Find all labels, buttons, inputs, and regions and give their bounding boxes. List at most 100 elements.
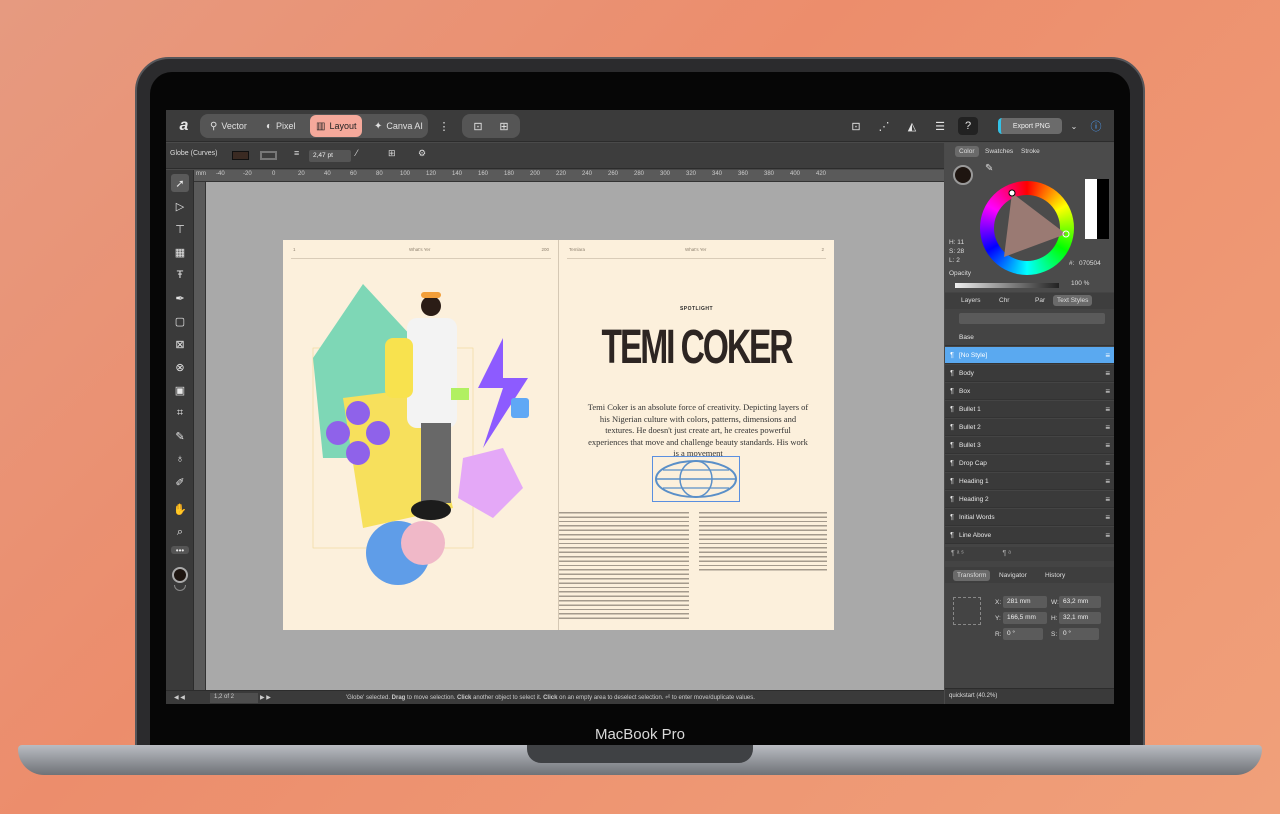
stroke-width-field[interactable]: 2,47 pt — [309, 150, 351, 162]
rectangle-tool-icon[interactable]: ▢ — [171, 312, 189, 330]
picture-frame-icon[interactable]: ⊠ — [171, 335, 189, 353]
h-field[interactable]: 32,1 mm — [1059, 612, 1101, 624]
frame-text-icon[interactable]: ⊤ — [171, 220, 189, 238]
node-tool-icon[interactable]: ▷ — [171, 197, 189, 215]
fill-tool-icon[interactable]: ♁ — [171, 450, 189, 468]
style-base[interactable]: Base — [945, 329, 1114, 346]
move-tool-icon[interactable]: ➚ — [171, 174, 189, 192]
artistic-text-icon[interactable]: Ŧ — [171, 266, 189, 284]
doc-status: quickstart (40.2%) — [945, 688, 1114, 704]
chevron-down-icon[interactable]: ⌄ — [1064, 117, 1084, 135]
opacity-value[interactable]: 100 % — [1071, 280, 1089, 287]
pen-line-icon[interactable]: ⁄ — [356, 148, 358, 158]
document-canvas[interactable]: 1 What's Yer 200 Temlara What's Yer 2 SP… — [206, 182, 944, 690]
y-field[interactable]: 166,5 mm — [1003, 612, 1047, 624]
hand-assist-icon[interactable]: ? — [958, 117, 978, 135]
page-field[interactable]: 1,2 of 2 — [210, 693, 258, 703]
eyedropper-icon[interactable]: ✎ — [985, 163, 993, 174]
primary-color-well[interactable] — [953, 165, 973, 185]
wrap-icon[interactable]: ⊞ — [388, 148, 396, 159]
kicker: SPOTLIGHT — [679, 306, 714, 312]
header-rule — [291, 258, 551, 259]
x-field[interactable]: 281 mm — [1003, 596, 1047, 608]
stroke-color-well[interactable] — [174, 585, 186, 591]
recent-swatches[interactable] — [1085, 179, 1109, 239]
persona-vector[interactable]: ⚲ Vector — [204, 115, 253, 137]
temi-coker-collage[interactable] — [303, 278, 543, 608]
next-page-icon[interactable]: ▶ ▶ — [260, 694, 271, 701]
snapping-icon[interactable]: ⋰ — [874, 117, 894, 135]
sparkle-icon: ✦ — [374, 120, 383, 132]
style-item[interactable]: ¶ Initial Words ≡ — [945, 509, 1114, 526]
flip-icon[interactable]: ◭ — [902, 117, 922, 135]
more-tools-icon[interactable]: ••• — [171, 546, 189, 555]
body-column-2[interactable] — [699, 511, 827, 571]
style-search-input[interactable] — [959, 313, 1105, 324]
hand-tool-icon[interactable]: ✋ — [171, 500, 189, 518]
hex-field[interactable]: 070504 — [1079, 260, 1101, 267]
styles-footer: ¶ ᵃ ˢ ¶ ᵃ — [945, 547, 1114, 561]
shear-field[interactable]: 0 ° — [1059, 628, 1099, 640]
globe-selection[interactable] — [652, 456, 740, 502]
body-column-1[interactable] — [559, 511, 689, 621]
export-png-button[interactable]: Export PNG — [998, 118, 1062, 134]
style-item[interactable]: ¶ Bullet 2 ≡ — [945, 419, 1114, 436]
style-item[interactable]: ¶ Box ≡ — [945, 383, 1114, 400]
color-picker-icon[interactable]: ✐ — [171, 473, 189, 491]
vector-icon: ⚲ — [210, 120, 218, 132]
grid-icon[interactable]: ⊞ — [494, 117, 514, 135]
status-hint: 'Globe' selected. Drag to move selection… — [346, 695, 755, 701]
pen-tool-icon[interactable]: ✒ — [171, 289, 189, 307]
status-bar: ◀ ◀ 1,2 of 2 ▶ ▶ 'Globe' selected. Drag … — [166, 690, 944, 704]
header-rule — [567, 258, 826, 259]
stroke-icon: ≡ — [294, 148, 300, 158]
style-item[interactable]: ¶ Bullet 3 ≡ — [945, 437, 1114, 454]
style-item[interactable]: ¶ Heading 1 ≡ — [945, 473, 1114, 490]
page-left[interactable]: 1 What's Yer 200 — [283, 240, 559, 630]
w-field[interactable]: 63,2 mm — [1059, 596, 1101, 608]
eyedropper-icon[interactable]: ✎ — [171, 427, 189, 445]
anchor-selector[interactable] — [953, 597, 981, 625]
fill-color-well[interactable] — [172, 567, 188, 583]
persona-pixel[interactable]: ◐ Pixel — [260, 115, 302, 137]
selection-name: Globe (Curves) — [170, 150, 218, 157]
transform-tabs: Transform Navigator History — [945, 567, 1114, 583]
gear-icon[interactable]: ⚙ — [418, 148, 426, 159]
table-tool-icon[interactable]: ▦ — [171, 243, 189, 261]
main-toolbar: a ⚲ Vector ◐ Pixel ▥ Layout ✦ Canva AI ⋮ ⊡ ⊞… — [166, 110, 1114, 142]
fill-swatch[interactable] — [232, 151, 249, 160]
app-logo-icon[interactable]: a — [174, 117, 194, 135]
crop-tool-icon[interactable]: ⌗ — [171, 404, 189, 422]
opacity-slider[interactable] — [955, 283, 1059, 288]
zoom-tool-icon[interactable]: ⌕ — [171, 523, 189, 541]
more-icon[interactable]: ⋮ — [434, 117, 454, 135]
color-wheel[interactable] — [980, 181, 1074, 275]
right-panel: Color Swatches Stroke ✎ H: 11 S: 28 L: 2… — [945, 143, 1114, 704]
context-toolbar: Globe (Curves) ≡ 2,47 pt ⁄ ⊞ ⚙ — [166, 143, 944, 169]
prev-page-icon[interactable]: ◀ ◀ — [174, 694, 185, 701]
horizontal-ruler: mm -40 -20 0 20 40 60 80 100 120 140 160… — [194, 170, 944, 182]
laptop-notch — [527, 745, 753, 763]
image-tool-icon[interactable]: ▣ — [171, 381, 189, 399]
style-item[interactable]: ¶ Drop Cap ≡ — [945, 455, 1114, 472]
rotation-field[interactable]: 0 ° — [1003, 628, 1043, 640]
intro-paragraph[interactable]: Temi Coker is an absolute force of creat… — [585, 402, 811, 460]
persona-canva-ai[interactable]: ✦ Canva AI — [368, 115, 429, 137]
align-icon[interactable]: ☰ — [930, 117, 950, 135]
app-window: a ⚲ Vector ◐ Pixel ▥ Layout ✦ Canva AI ⋮ ⊡ ⊞… — [166, 110, 1114, 704]
style-item[interactable]: ¶ Line Above ≡ — [945, 527, 1114, 544]
pixel-icon: ◐ — [266, 120, 273, 132]
page-right[interactable]: Temlara What's Yer 2 SPOTLIGHT TEMI COKE… — [558, 240, 834, 630]
style-item[interactable]: ¶ Body ≡ — [945, 365, 1114, 382]
ellipse-frame-icon[interactable]: ⊗ — [171, 358, 189, 376]
persona-layout[interactable]: ▥ Layout — [310, 115, 363, 137]
style-item[interactable]: ¶ Bullet 1 ≡ — [945, 401, 1114, 418]
headline[interactable]: TEMI COKER — [600, 320, 794, 376]
device-label: MacBook Pro — [594, 726, 686, 743]
stroke-swatch[interactable] — [260, 151, 277, 160]
text-frame-icon[interactable]: ⊡ — [468, 117, 488, 135]
help-icon[interactable]: ⓘ — [1086, 117, 1106, 135]
style-item[interactable]: ¶ [No Style] ≡ — [945, 347, 1114, 364]
style-item[interactable]: ¶ Heading 2 ≡ — [945, 491, 1114, 508]
snapshot-icon[interactable]: ⊡ — [846, 117, 866, 135]
